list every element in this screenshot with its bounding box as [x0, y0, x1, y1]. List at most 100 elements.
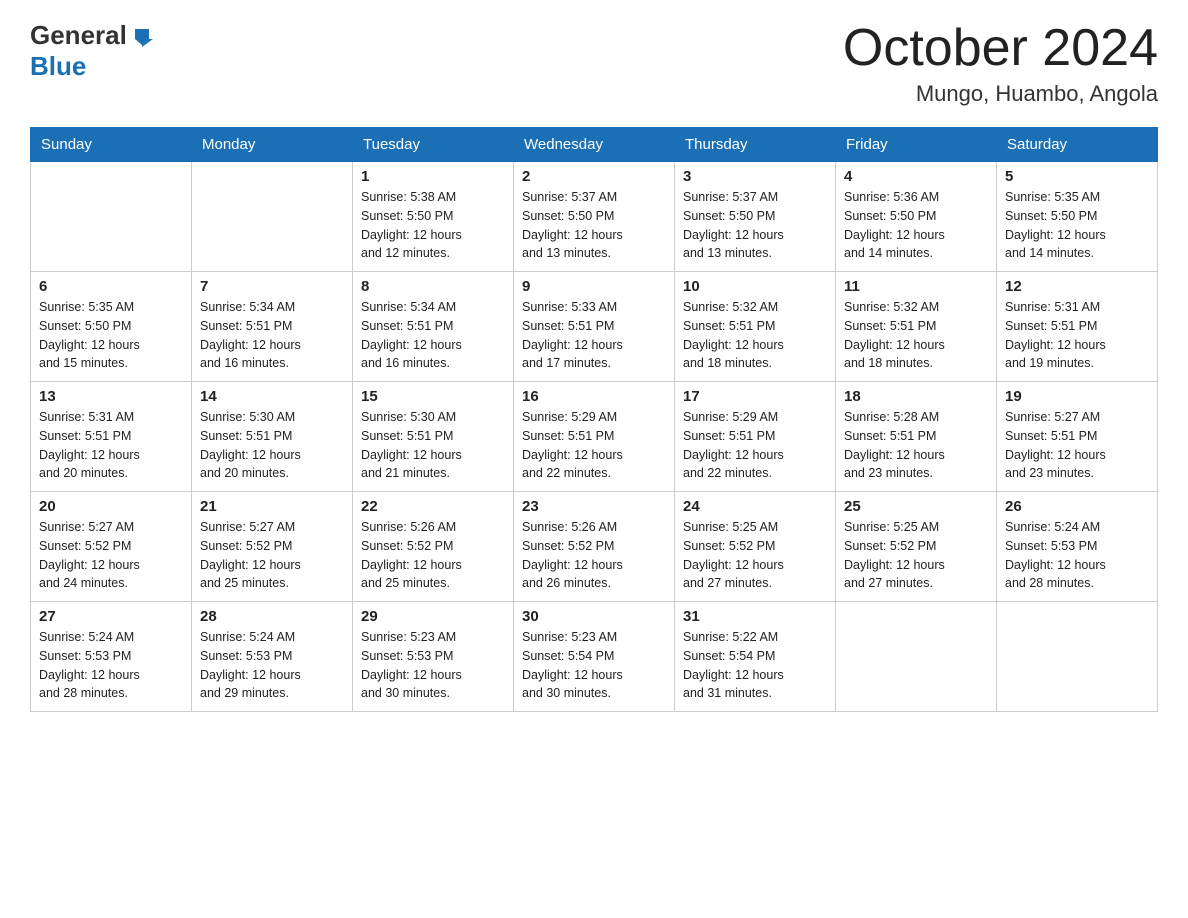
day-info: Sunrise: 5:35 AMSunset: 5:50 PMDaylight:… — [39, 298, 183, 373]
page-header: General Blue October 2024 Mungo, Huambo,… — [30, 20, 1158, 107]
calendar-cell: 12Sunrise: 5:31 AMSunset: 5:51 PMDayligh… — [997, 272, 1158, 382]
day-info: Sunrise: 5:26 AMSunset: 5:52 PMDaylight:… — [361, 518, 505, 593]
day-info: Sunrise: 5:27 AMSunset: 5:52 PMDaylight:… — [200, 518, 344, 593]
day-info: Sunrise: 5:34 AMSunset: 5:51 PMDaylight:… — [361, 298, 505, 373]
calendar-week-2: 6 Sunrise: 5:35 AMSunset: 5:50 PMDaylight… — [31, 272, 1158, 382]
day-info: Sunrise: 5:22 AMSunset: 5:54 PMDaylight:… — [683, 628, 827, 703]
day-info: Sunrise: 5:25 AMSunset: 5:52 PMDaylight:… — [683, 518, 827, 593]
calendar-cell: 11Sunrise: 5:32 AMSunset: 5:51 PMDayligh… — [836, 272, 997, 382]
calendar-cell: 4 Sunrise: 5:36 AMSunset: 5:50 PMDaylight… — [836, 162, 997, 272]
calendar-cell: 1 Sunrise: 5:38 AMSunset: 5:50 PMDaylight… — [353, 162, 514, 272]
day-number: 17 — [683, 388, 827, 405]
calendar-cell: 16 Sunrise: 5:29 AMSunset: 5:51 PMDayligh… — [514, 382, 675, 492]
calendar-cell: 8 Sunrise: 5:34 AMSunset: 5:51 PMDaylight… — [353, 272, 514, 382]
day-number: 23 — [522, 498, 666, 515]
calendar-cell: 21 Sunrise: 5:27 AMSunset: 5:52 PMDayligh… — [192, 492, 353, 602]
title-block: October 2024 Mungo, Huambo, Angola — [843, 20, 1158, 107]
calendar-cell: 25Sunrise: 5:25 AMSunset: 5:52 PMDayligh… — [836, 492, 997, 602]
day-number: 22 — [361, 498, 505, 515]
calendar-cell: 7 Sunrise: 5:34 AMSunset: 5:51 PMDaylight… — [192, 272, 353, 382]
day-info: Sunrise: 5:34 AMSunset: 5:51 PMDaylight:… — [200, 298, 344, 373]
calendar-header: Sunday Monday Tuesday Wednesday Thursday… — [31, 128, 1158, 162]
calendar-cell: 17Sunrise: 5:29 AMSunset: 5:51 PMDayligh… — [675, 382, 836, 492]
day-info: Sunrise: 5:38 AMSunset: 5:50 PMDaylight:… — [361, 188, 505, 263]
calendar-cell: 24Sunrise: 5:25 AMSunset: 5:52 PMDayligh… — [675, 492, 836, 602]
calendar-cell: 2 Sunrise: 5:37 AMSunset: 5:50 PMDaylight… — [514, 162, 675, 272]
day-number: 6 — [39, 278, 183, 295]
calendar-week-5: 27 Sunrise: 5:24 AMSunset: 5:53 PMDayligh… — [31, 602, 1158, 712]
day-number: 4 — [844, 168, 988, 185]
calendar-cell — [192, 162, 353, 272]
calendar-cell: 6 Sunrise: 5:35 AMSunset: 5:50 PMDaylight… — [31, 272, 192, 382]
calendar-cell: 30 Sunrise: 5:23 AMSunset: 5:54 PMDayligh… — [514, 602, 675, 712]
calendar-cell: 29 Sunrise: 5:23 AMSunset: 5:53 PMDayligh… — [353, 602, 514, 712]
day-info: Sunrise: 5:35 AMSunset: 5:50 PMDaylight:… — [1005, 188, 1149, 263]
col-friday: Friday — [836, 128, 997, 162]
day-number: 20 — [39, 498, 183, 515]
calendar-cell: 23 Sunrise: 5:26 AMSunset: 5:52 PMDayligh… — [514, 492, 675, 602]
day-number: 18 — [844, 388, 988, 405]
calendar-cell — [836, 602, 997, 712]
calendar-cell: 20 Sunrise: 5:27 AMSunset: 5:52 PMDayligh… — [31, 492, 192, 602]
day-info: Sunrise: 5:27 AMSunset: 5:52 PMDaylight:… — [39, 518, 183, 593]
day-number: 8 — [361, 278, 505, 295]
calendar-cell: 31 Sunrise: 5:22 AMSunset: 5:54 PMDayligh… — [675, 602, 836, 712]
calendar-cell: 27 Sunrise: 5:24 AMSunset: 5:53 PMDayligh… — [31, 602, 192, 712]
day-info: Sunrise: 5:31 AMSunset: 5:51 PMDaylight:… — [1005, 298, 1149, 373]
day-info: Sunrise: 5:37 AMSunset: 5:50 PMDaylight:… — [522, 188, 666, 263]
day-info: Sunrise: 5:30 AMSunset: 5:51 PMDaylight:… — [361, 408, 505, 483]
calendar-cell: 13Sunrise: 5:31 AMSunset: 5:51 PMDayligh… — [31, 382, 192, 492]
day-number: 3 — [683, 168, 827, 185]
day-number: 14 — [200, 388, 344, 405]
calendar-cell: 9Sunrise: 5:33 AMSunset: 5:51 PMDaylight… — [514, 272, 675, 382]
day-info: Sunrise: 5:24 AMSunset: 5:53 PMDaylight:… — [39, 628, 183, 703]
day-info: Sunrise: 5:36 AMSunset: 5:50 PMDaylight:… — [844, 188, 988, 263]
calendar-cell: 10Sunrise: 5:32 AMSunset: 5:51 PMDayligh… — [675, 272, 836, 382]
day-number: 30 — [522, 608, 666, 625]
location-title: Mungo, Huambo, Angola — [843, 81, 1158, 107]
day-number: 16 — [522, 388, 666, 405]
calendar-week-1: 1 Sunrise: 5:38 AMSunset: 5:50 PMDaylight… — [31, 162, 1158, 272]
day-number: 21 — [200, 498, 344, 515]
day-number: 29 — [361, 608, 505, 625]
calendar-cell: 15Sunrise: 5:30 AMSunset: 5:51 PMDayligh… — [353, 382, 514, 492]
col-tuesday: Tuesday — [353, 128, 514, 162]
day-info: Sunrise: 5:24 AMSunset: 5:53 PMDaylight:… — [200, 628, 344, 703]
day-number: 27 — [39, 608, 183, 625]
col-thursday: Thursday — [675, 128, 836, 162]
calendar-cell: 5 Sunrise: 5:35 AMSunset: 5:50 PMDaylight… — [997, 162, 1158, 272]
calendar-cell — [31, 162, 192, 272]
col-wednesday: Wednesday — [514, 128, 675, 162]
day-info: Sunrise: 5:32 AMSunset: 5:51 PMDaylight:… — [683, 298, 827, 373]
day-number: 31 — [683, 608, 827, 625]
day-number: 5 — [1005, 168, 1149, 185]
calendar-week-4: 20 Sunrise: 5:27 AMSunset: 5:52 PMDayligh… — [31, 492, 1158, 602]
calendar-table: Sunday Monday Tuesday Wednesday Thursday… — [30, 127, 1158, 712]
day-info: Sunrise: 5:23 AMSunset: 5:53 PMDaylight:… — [361, 628, 505, 703]
day-info: Sunrise: 5:26 AMSunset: 5:52 PMDaylight:… — [522, 518, 666, 593]
day-info: Sunrise: 5:29 AMSunset: 5:51 PMDaylight:… — [522, 408, 666, 483]
day-number: 1 — [361, 168, 505, 185]
col-sunday: Sunday — [31, 128, 192, 162]
day-info: Sunrise: 5:23 AMSunset: 5:54 PMDaylight:… — [522, 628, 666, 703]
logo-arrow-icon — [131, 25, 153, 47]
col-saturday: Saturday — [997, 128, 1158, 162]
day-number: 2 — [522, 168, 666, 185]
day-info: Sunrise: 5:33 AMSunset: 5:51 PMDaylight:… — [522, 298, 666, 373]
calendar-cell: 26Sunrise: 5:24 AMSunset: 5:53 PMDayligh… — [997, 492, 1158, 602]
day-number: 26 — [1005, 498, 1149, 515]
calendar-cell: 19 Sunrise: 5:27 AMSunset: 5:51 PMDayligh… — [997, 382, 1158, 492]
day-info: Sunrise: 5:30 AMSunset: 5:51 PMDaylight:… — [200, 408, 344, 483]
calendar-cell: 14 Sunrise: 5:30 AMSunset: 5:51 PMDayligh… — [192, 382, 353, 492]
day-info: Sunrise: 5:31 AMSunset: 5:51 PMDaylight:… — [39, 408, 183, 483]
month-title: October 2024 — [843, 20, 1158, 77]
day-info: Sunrise: 5:28 AMSunset: 5:51 PMDaylight:… — [844, 408, 988, 483]
day-number: 7 — [200, 278, 344, 295]
logo-blue-text: Blue — [30, 51, 86, 81]
calendar-body: 1 Sunrise: 5:38 AMSunset: 5:50 PMDaylight… — [31, 162, 1158, 712]
calendar-cell: 18 Sunrise: 5:28 AMSunset: 5:51 PMDayligh… — [836, 382, 997, 492]
day-info: Sunrise: 5:27 AMSunset: 5:51 PMDaylight:… — [1005, 408, 1149, 483]
logo: General Blue — [30, 20, 153, 82]
day-number: 19 — [1005, 388, 1149, 405]
col-monday: Monday — [192, 128, 353, 162]
